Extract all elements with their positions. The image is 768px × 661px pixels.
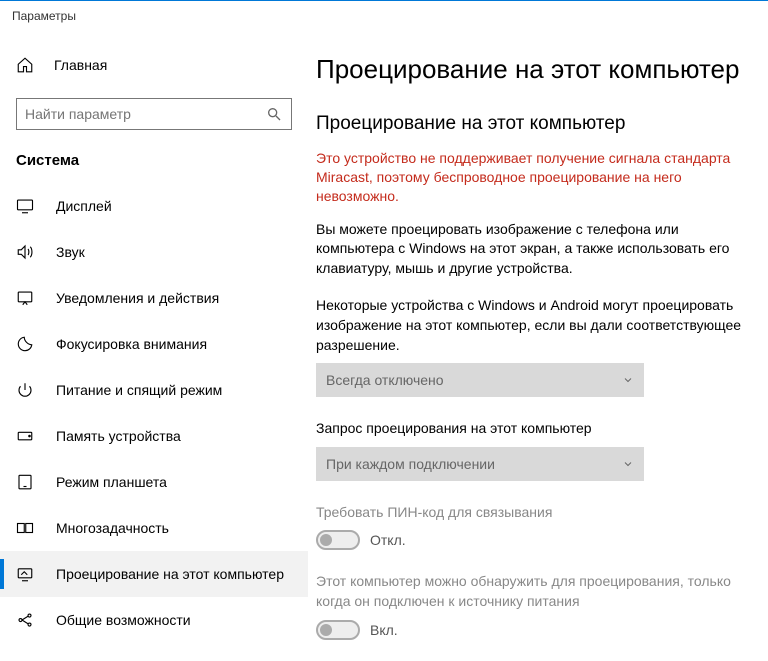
setting-pin-label: Требовать ПИН-код для связывания [316,503,756,523]
sidebar-item-power[interactable]: Питание и спящий режим [0,367,308,413]
setting-permission-label: Некоторые устройства с Windows и Android… [316,296,756,355]
notifications-icon [16,289,34,307]
sidebar-item-label: Многозадачность [56,520,169,536]
sidebar-item-sound[interactable]: Звук [0,229,308,275]
sidebar-item-multitask[interactable]: Многозадачность [0,505,308,551]
window-titlebar: Параметры [0,0,768,30]
multitask-icon [16,519,34,537]
sidebar-item-storage[interactable]: Память устройства [0,413,308,459]
home-icon [16,56,34,74]
sidebar-item-shared[interactable]: Общие возможности [0,597,308,643]
sidebar-item-label: Питание и спящий режим [56,382,222,398]
sidebar-item-tablet[interactable]: Режим планшета [0,459,308,505]
setting-discover-toggle[interactable] [316,620,360,640]
sidebar-item-label: Уведомления и действия [56,290,219,306]
sidebar-item-focus[interactable]: Фокусировка внимания [0,321,308,367]
sidebar-item-label: Проецирование на этот компьютер [56,566,284,582]
sidebar-home[interactable]: Главная [0,48,308,82]
window-title: Параметры [12,9,76,23]
sidebar-item-label: Дисплей [56,198,112,214]
display-icon [16,197,34,215]
sidebar-group-header: Система [0,148,308,183]
sidebar-item-notifications[interactable]: Уведомления и действия [0,275,308,321]
search-icon [265,105,283,123]
shared-icon [16,611,34,629]
setting-permission-dropdown[interactable]: Всегда отключено [316,363,644,397]
sidebar-home-label: Главная [54,57,107,73]
sidebar-item-label: Память устройства [56,428,181,444]
power-icon [16,381,34,399]
section-title: Проецирование на этот компьютер [316,113,756,135]
dropdown-value: Всегда отключено [326,372,444,388]
focus-icon [16,335,34,353]
storage-icon [16,427,34,445]
setting-pin-toggle[interactable] [316,530,360,550]
chevron-down-icon [622,374,634,386]
miracast-warning: Это устройство не поддерживает получение… [316,149,756,206]
setting-discover-state: Вкл. [370,622,398,638]
sidebar-item-label: Режим планшета [56,474,167,490]
sidebar-item-project[interactable]: Проецирование на этот компьютер [0,551,308,597]
sound-icon [16,243,34,261]
project-icon [16,565,34,583]
sidebar-item-label: Общие возможности [56,612,191,628]
setting-ask-label: Запрос проецирования на этот компьютер [316,419,756,439]
page-title: Проецирование на этот компьютер [316,54,756,85]
sidebar: Главная Система Дисплей Звук Уведомления и… [0,30,308,661]
intro-text: Вы можете проецировать изображение с тел… [316,220,756,279]
setting-discover-label: Этот компьютер можно обнаружить для прое… [316,572,756,611]
search-input[interactable] [25,106,265,122]
tablet-icon [16,473,34,491]
dropdown-value: При каждом подключении [326,456,495,472]
sidebar-item-label: Звук [56,244,85,260]
sidebar-item-label: Фокусировка внимания [56,336,207,352]
setting-ask-dropdown[interactable]: При каждом подключении [316,447,644,481]
content-area: Проецирование на этот компьютер Проециро… [308,30,768,661]
chevron-down-icon [622,458,634,470]
sidebar-item-display[interactable]: Дисплей [0,183,308,229]
setting-pin-state: Откл. [370,532,406,548]
search-box[interactable] [16,98,292,130]
